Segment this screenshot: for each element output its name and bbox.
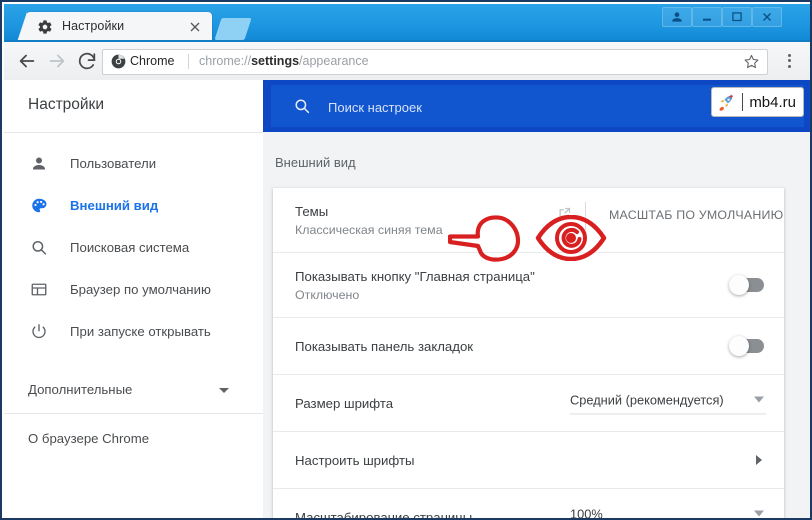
title-bar: Настройки [4, 4, 810, 42]
sidebar-item-appearance[interactable]: Внешний вид [4, 184, 263, 226]
menu-dot [787, 59, 791, 62]
url-suffix: /appearance [299, 54, 369, 68]
row-title: Показывать кнопку "Главная страница" [295, 268, 535, 284]
settings-row-show-bookmarks-bar[interactable]: Показывать панель закладок [273, 318, 784, 375]
tab-label: Настройки [62, 19, 125, 33]
browser-toolbar: Chrome chrome://settings/appearance [4, 42, 810, 81]
omnibox-url: chrome://settings/appearance [199, 54, 369, 68]
gear-icon [37, 19, 53, 35]
settings-row-themes[interactable]: Темы Классическая синяя тема МАСШТАБ ПО … [273, 188, 784, 253]
sidebar-item-label: Дополнительные [28, 382, 133, 397]
sidebar-item-label: О браузере Chrome [28, 431, 150, 446]
row-subtitle: Классическая синяя тема [295, 222, 443, 237]
settings-row-font-size[interactable]: Размер шрифта Средний (рекомендуется) [273, 375, 784, 432]
toggle-show-home-button[interactable] [729, 275, 764, 295]
omnibox-separator [188, 54, 189, 69]
bookmark-star-icon[interactable] [743, 53, 760, 70]
row-text: Показывать кнопку "Главная страница" Отк… [295, 269, 535, 302]
chevron-down-icon [219, 388, 229, 393]
three-dots-menu-icon[interactable] [780, 51, 798, 71]
settings-row-page-zoom[interactable]: Масштабирование страницы 100% [273, 489, 784, 518]
toggle-knob [729, 336, 749, 356]
settings-row-customize-fonts[interactable]: Настроить шрифты [273, 432, 784, 489]
chevron-down-icon [754, 396, 764, 403]
close-icon[interactable] [188, 20, 202, 34]
chevron-down-icon [754, 510, 764, 517]
external-link-icon[interactable] [557, 206, 572, 221]
browser-window-icon [29, 280, 48, 299]
sidebar-divider [4, 413, 263, 414]
row-text: Показывать панель закладок [295, 339, 473, 354]
omnibox-brand-label: Chrome [130, 54, 175, 68]
sidebar-item-label: Внешний вид [70, 197, 159, 213]
row-text: Масштабирование страницы [295, 510, 472, 519]
page-title: Настройки [28, 96, 105, 113]
settings-card: Темы Классическая синяя тема МАСШТАБ ПО … [273, 188, 784, 518]
rocket-icon [717, 93, 736, 112]
arrow-left-icon[interactable] [16, 50, 38, 72]
sidebar-nav: Пользователи Внешний вид Поисковая систе… [4, 142, 263, 352]
sidebar-item-label: При запуске открывать [70, 323, 211, 339]
select-value: Средний (рекомендуется) [570, 392, 724, 408]
url-prefix: chrome:// [199, 54, 252, 68]
settings-search-bar: mb4.ru [263, 80, 810, 132]
browser-window: Настройки Chrome chrome://settings/appea… [0, 0, 812, 520]
row-title: Показывать панель закладок [295, 338, 474, 354]
select-value: 100% [570, 506, 603, 519]
sidebar-item-about-chrome[interactable]: О браузере Chrome [4, 420, 263, 460]
url-bold: settings [251, 54, 300, 68]
row-text: Темы Классическая синяя тема [295, 204, 443, 237]
chevron-right-icon [756, 455, 762, 465]
row-text: Размер шрифта [295, 396, 393, 411]
sidebar-item-users[interactable]: Пользователи [4, 142, 263, 184]
search-input[interactable] [326, 99, 710, 116]
toggle-show-bookmarks-bar[interactable] [729, 336, 764, 356]
sidebar-item-default-browser[interactable]: Браузер по умолчанию [4, 268, 263, 310]
select-font-size[interactable]: Средний (рекомендуется) [570, 392, 766, 415]
row-divider [585, 202, 586, 230]
default-zoom-label: МАСШТАБ ПО УМОЛЧАНИЮ [609, 208, 784, 222]
row-title: Темы [295, 203, 329, 219]
sidebar-header: Настройки [4, 80, 263, 133]
settings-sidebar: Настройки Пользователи Внешний вид Поиск… [4, 80, 264, 518]
watermark-badge: mb4.ru [711, 87, 804, 117]
sidebar-item-label: Пользователи [70, 155, 157, 171]
person-icon [29, 154, 48, 173]
power-icon [29, 322, 48, 341]
new-tab-icon[interactable] [214, 18, 252, 40]
profile-button[interactable] [662, 7, 692, 27]
address-bar[interactable]: Chrome chrome://settings/appearance [102, 49, 768, 75]
palette-icon [29, 196, 48, 215]
menu-dot [787, 64, 791, 68]
section-title: Внешний вид [275, 155, 356, 170]
sidebar-item-label: Браузер по умолчанию [70, 281, 211, 297]
arrow-right-icon [46, 50, 68, 72]
watermark-label: mb4.ru [749, 93, 796, 111]
sidebar-item-on-startup[interactable]: При запуске открывать [4, 310, 263, 352]
sidebar-item-search-engine[interactable]: Поисковая система [4, 226, 263, 268]
page-body: Настройки Пользователи Внешний вид Поиск… [4, 80, 810, 518]
menu-dot [787, 53, 791, 57]
watermark-divider [742, 93, 744, 111]
sidebar-item-label: Поисковая система [70, 239, 190, 255]
tab-settings[interactable]: Настройки [17, 12, 212, 42]
sidebar-item-advanced[interactable]: Дополнительные [4, 370, 263, 412]
row-title: Настроить шрифты [295, 452, 415, 468]
chrome-logo-icon [111, 54, 126, 69]
search-icon [29, 238, 48, 257]
settings-content: mb4.ru Внешний вид Темы Классическая син… [263, 80, 810, 518]
select-page-zoom[interactable]: 100% [570, 506, 766, 519]
row-title: Размер шрифта [295, 395, 394, 411]
toggle-knob [729, 275, 749, 295]
row-subtitle: Отключено [295, 287, 360, 302]
maximize-button[interactable] [722, 7, 752, 27]
minimize-button[interactable] [692, 7, 722, 27]
search-icon [293, 97, 311, 115]
settings-row-show-home-button[interactable]: Показывать кнопку "Главная страница" Отк… [273, 253, 784, 318]
close-button[interactable] [752, 7, 782, 27]
reload-icon[interactable] [76, 50, 98, 72]
row-title: Масштабирование страницы [295, 509, 473, 519]
row-text: Настроить шрифты [295, 453, 414, 468]
